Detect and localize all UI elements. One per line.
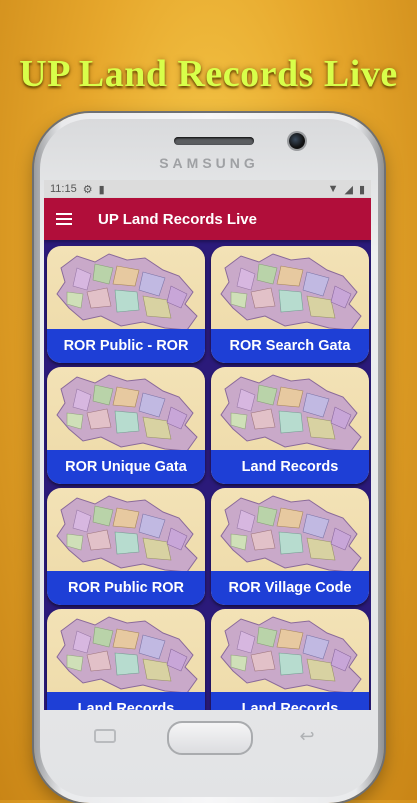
up-map-icon bbox=[56, 495, 198, 573]
app-screen: 11:15 ⚙ ▮ ▼ ◢ ▮ UP Land Records Live ROR… bbox=[44, 180, 371, 710]
gear-icon: ⚙ bbox=[82, 183, 93, 196]
up-map-icon bbox=[56, 616, 198, 694]
status-bar: 11:15 ⚙ ▮ ▼ ◢ ▮ bbox=[44, 180, 371, 198]
signal-icon: ◢ bbox=[344, 183, 353, 196]
up-map-icon bbox=[220, 495, 362, 573]
front-camera bbox=[289, 133, 305, 149]
wifi-icon: ▼ bbox=[327, 183, 339, 195]
recent-apps-key[interactable] bbox=[94, 729, 116, 743]
up-map-icon bbox=[220, 616, 362, 694]
menu-grid: ROR Public - ROR ROR Search Gata ROR Uni… bbox=[44, 240, 371, 710]
tile-label: ROR Village Code bbox=[211, 571, 369, 605]
tile-ror-village-code[interactable]: ROR Village Code bbox=[211, 488, 369, 605]
tile-label: Land Records bbox=[211, 450, 369, 484]
up-map-icon bbox=[56, 374, 198, 452]
lock-icon: ▮ bbox=[98, 183, 105, 196]
tile-label: ROR Public ROR bbox=[47, 571, 205, 605]
back-key-icon[interactable]: ↩ bbox=[296, 727, 318, 745]
hamburger-menu-icon[interactable] bbox=[56, 213, 72, 225]
status-time: 11:15 bbox=[50, 183, 77, 195]
tile-land-records[interactable]: Land Records bbox=[211, 367, 369, 484]
home-button[interactable] bbox=[167, 721, 253, 755]
up-map-icon bbox=[220, 253, 362, 331]
up-map-icon bbox=[220, 374, 362, 452]
app-title: UP Land Records Live bbox=[98, 210, 257, 228]
tile-label: ROR Unique Gata bbox=[47, 450, 205, 484]
tile-ror-public-ror-2[interactable]: ROR Public ROR bbox=[47, 488, 205, 605]
speaker-grille bbox=[174, 137, 254, 145]
tile-land-records-2[interactable]: Land Records bbox=[47, 609, 205, 710]
tile-label: Land Records bbox=[47, 692, 205, 710]
promo-headline: UP Land Records Live bbox=[19, 53, 398, 95]
up-map-icon bbox=[56, 253, 198, 331]
tile-label: Land Records bbox=[211, 692, 369, 710]
app-bar: UP Land Records Live bbox=[44, 198, 371, 240]
tile-ror-public-ror[interactable]: ROR Public - ROR bbox=[47, 246, 205, 363]
tile-label: ROR Public - ROR bbox=[47, 329, 205, 363]
tile-land-records-3[interactable]: Land Records bbox=[211, 609, 369, 710]
tile-ror-unique-gata[interactable]: ROR Unique Gata bbox=[47, 367, 205, 484]
phone-brand: SAMSUNG bbox=[159, 155, 259, 171]
battery-icon: ▮ bbox=[358, 183, 365, 196]
tile-label: ROR Search Gata bbox=[211, 329, 369, 363]
tile-ror-search-gata[interactable]: ROR Search Gata bbox=[211, 246, 369, 363]
